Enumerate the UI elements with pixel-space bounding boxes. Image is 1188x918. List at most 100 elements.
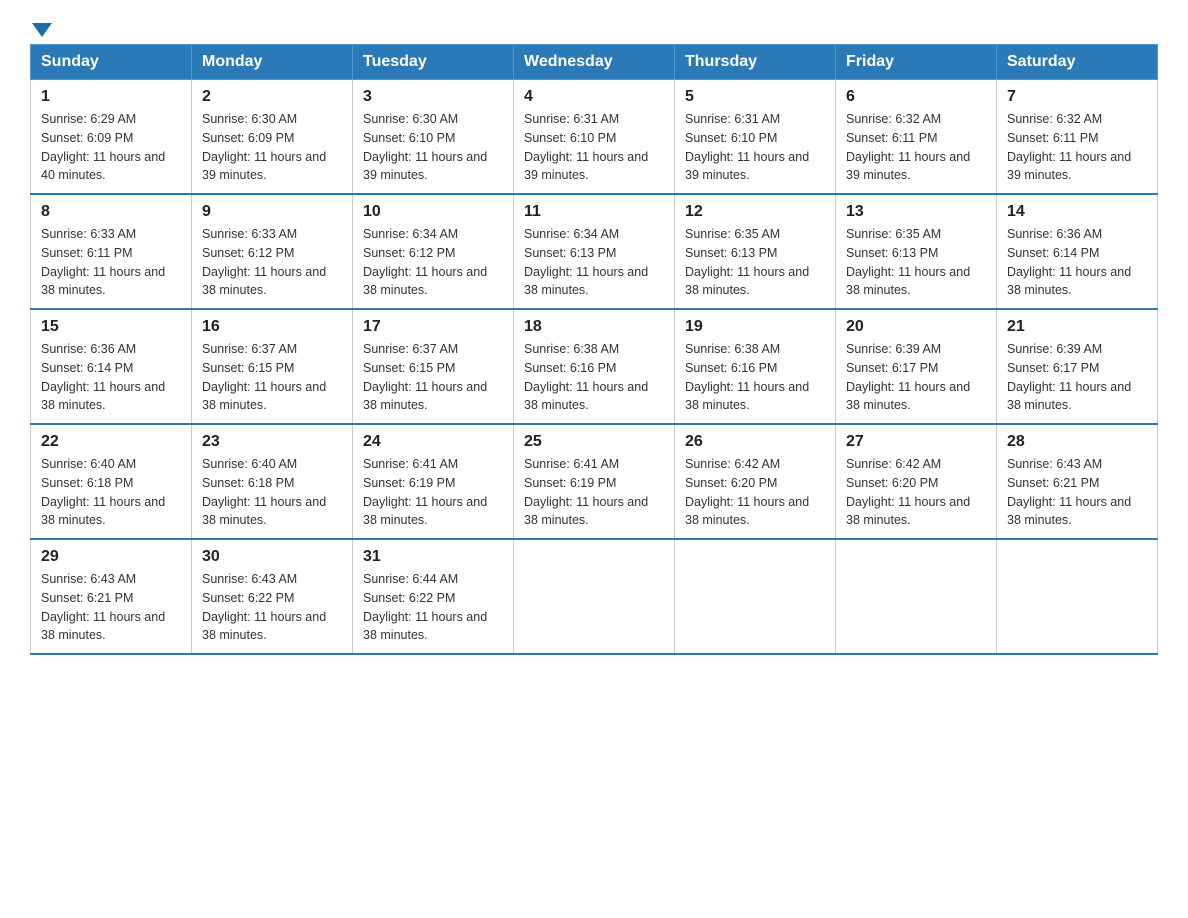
sunset-label: Sunset: 6:10 PM <box>363 131 455 145</box>
sunrise-label: Sunrise: 6:35 AM <box>846 227 941 241</box>
sunset-label: Sunset: 6:11 PM <box>1007 131 1099 145</box>
day-info: Sunrise: 6:40 AM Sunset: 6:18 PM Dayligh… <box>202 455 342 530</box>
sunset-label: Sunset: 6:18 PM <box>41 476 133 490</box>
day-number: 19 <box>685 318 825 336</box>
sunrise-label: Sunrise: 6:40 AM <box>41 457 136 471</box>
sunrise-label: Sunrise: 6:36 AM <box>41 342 136 356</box>
daylight-label: Daylight: 11 hours and 38 minutes. <box>363 495 487 528</box>
calendar-week-2: 8 Sunrise: 6:33 AM Sunset: 6:11 PM Dayli… <box>31 194 1158 309</box>
calendar-cell <box>836 539 997 654</box>
day-info: Sunrise: 6:43 AM Sunset: 6:21 PM Dayligh… <box>1007 455 1147 530</box>
calendar-cell: 5 Sunrise: 6:31 AM Sunset: 6:10 PM Dayli… <box>675 80 836 195</box>
day-info: Sunrise: 6:43 AM Sunset: 6:21 PM Dayligh… <box>41 570 181 645</box>
sunrise-label: Sunrise: 6:31 AM <box>685 112 780 126</box>
daylight-label: Daylight: 11 hours and 38 minutes. <box>202 380 326 413</box>
sunset-label: Sunset: 6:16 PM <box>524 361 616 375</box>
sunrise-label: Sunrise: 6:31 AM <box>524 112 619 126</box>
daylight-label: Daylight: 11 hours and 38 minutes. <box>685 380 809 413</box>
sunset-label: Sunset: 6:13 PM <box>524 246 616 260</box>
daylight-label: Daylight: 11 hours and 38 minutes. <box>1007 495 1131 528</box>
sunrise-label: Sunrise: 6:32 AM <box>1007 112 1102 126</box>
sunset-label: Sunset: 6:16 PM <box>685 361 777 375</box>
sunset-label: Sunset: 6:15 PM <box>202 361 294 375</box>
day-number: 28 <box>1007 433 1147 451</box>
day-info: Sunrise: 6:32 AM Sunset: 6:11 PM Dayligh… <box>1007 110 1147 185</box>
sunrise-label: Sunrise: 6:42 AM <box>846 457 941 471</box>
sunset-label: Sunset: 6:14 PM <box>41 361 133 375</box>
day-number: 22 <box>41 433 181 451</box>
calendar-cell: 11 Sunrise: 6:34 AM Sunset: 6:13 PM Dayl… <box>514 194 675 309</box>
day-info: Sunrise: 6:43 AM Sunset: 6:22 PM Dayligh… <box>202 570 342 645</box>
daylight-label: Daylight: 11 hours and 38 minutes. <box>363 610 487 643</box>
sunrise-label: Sunrise: 6:43 AM <box>1007 457 1102 471</box>
logo-text <box>30 20 54 34</box>
calendar-cell: 15 Sunrise: 6:36 AM Sunset: 6:14 PM Dayl… <box>31 309 192 424</box>
calendar-cell: 14 Sunrise: 6:36 AM Sunset: 6:14 PM Dayl… <box>997 194 1158 309</box>
day-info: Sunrise: 6:39 AM Sunset: 6:17 PM Dayligh… <box>846 340 986 415</box>
sunrise-label: Sunrise: 6:33 AM <box>41 227 136 241</box>
day-info: Sunrise: 6:36 AM Sunset: 6:14 PM Dayligh… <box>41 340 181 415</box>
day-number: 7 <box>1007 88 1147 106</box>
sunrise-label: Sunrise: 6:38 AM <box>524 342 619 356</box>
sunrise-label: Sunrise: 6:42 AM <box>685 457 780 471</box>
calendar-cell: 7 Sunrise: 6:32 AM Sunset: 6:11 PM Dayli… <box>997 80 1158 195</box>
day-number: 18 <box>524 318 664 336</box>
day-info: Sunrise: 6:41 AM Sunset: 6:19 PM Dayligh… <box>363 455 503 530</box>
sunset-label: Sunset: 6:13 PM <box>846 246 938 260</box>
logo-triangle-icon <box>32 23 52 37</box>
sunset-label: Sunset: 6:22 PM <box>202 591 294 605</box>
calendar-cell: 10 Sunrise: 6:34 AM Sunset: 6:12 PM Dayl… <box>353 194 514 309</box>
day-number: 5 <box>685 88 825 106</box>
sunrise-label: Sunrise: 6:34 AM <box>363 227 458 241</box>
calendar-cell: 23 Sunrise: 6:40 AM Sunset: 6:18 PM Dayl… <box>192 424 353 539</box>
sunset-label: Sunset: 6:21 PM <box>41 591 133 605</box>
day-number: 10 <box>363 203 503 221</box>
day-info: Sunrise: 6:30 AM Sunset: 6:09 PM Dayligh… <box>202 110 342 185</box>
day-number: 29 <box>41 548 181 566</box>
calendar-cell: 1 Sunrise: 6:29 AM Sunset: 6:09 PM Dayli… <box>31 80 192 195</box>
day-number: 12 <box>685 203 825 221</box>
calendar-cell: 30 Sunrise: 6:43 AM Sunset: 6:22 PM Dayl… <box>192 539 353 654</box>
calendar-cell <box>675 539 836 654</box>
daylight-label: Daylight: 11 hours and 39 minutes. <box>685 150 809 183</box>
day-info: Sunrise: 6:42 AM Sunset: 6:20 PM Dayligh… <box>846 455 986 530</box>
day-number: 16 <box>202 318 342 336</box>
daylight-label: Daylight: 11 hours and 38 minutes. <box>846 380 970 413</box>
calendar-cell <box>997 539 1158 654</box>
day-number: 6 <box>846 88 986 106</box>
sunset-label: Sunset: 6:19 PM <box>524 476 616 490</box>
calendar-header-row: SundayMondayTuesdayWednesdayThursdayFrid… <box>31 45 1158 80</box>
sunset-label: Sunset: 6:10 PM <box>685 131 777 145</box>
sunrise-label: Sunrise: 6:38 AM <box>685 342 780 356</box>
sunset-label: Sunset: 6:11 PM <box>846 131 938 145</box>
calendar-cell: 2 Sunrise: 6:30 AM Sunset: 6:09 PM Dayli… <box>192 80 353 195</box>
sunrise-label: Sunrise: 6:32 AM <box>846 112 941 126</box>
sunrise-label: Sunrise: 6:37 AM <box>202 342 297 356</box>
calendar-cell: 18 Sunrise: 6:38 AM Sunset: 6:16 PM Dayl… <box>514 309 675 424</box>
day-number: 13 <box>846 203 986 221</box>
sunrise-label: Sunrise: 6:40 AM <box>202 457 297 471</box>
daylight-label: Daylight: 11 hours and 38 minutes. <box>41 265 165 298</box>
logo <box>30 20 54 34</box>
day-number: 31 <box>363 548 503 566</box>
calendar-cell: 19 Sunrise: 6:38 AM Sunset: 6:16 PM Dayl… <box>675 309 836 424</box>
sunset-label: Sunset: 6:19 PM <box>363 476 455 490</box>
daylight-label: Daylight: 11 hours and 38 minutes. <box>202 610 326 643</box>
day-number: 4 <box>524 88 664 106</box>
day-info: Sunrise: 6:29 AM Sunset: 6:09 PM Dayligh… <box>41 110 181 185</box>
weekday-header-tuesday: Tuesday <box>353 45 514 80</box>
daylight-label: Daylight: 11 hours and 38 minutes. <box>1007 380 1131 413</box>
weekday-header-sunday: Sunday <box>31 45 192 80</box>
daylight-label: Daylight: 11 hours and 38 minutes. <box>41 495 165 528</box>
calendar-week-3: 15 Sunrise: 6:36 AM Sunset: 6:14 PM Dayl… <box>31 309 1158 424</box>
sunrise-label: Sunrise: 6:35 AM <box>685 227 780 241</box>
calendar-cell: 25 Sunrise: 6:41 AM Sunset: 6:19 PM Dayl… <box>514 424 675 539</box>
sunset-label: Sunset: 6:14 PM <box>1007 246 1099 260</box>
sunset-label: Sunset: 6:10 PM <box>524 131 616 145</box>
daylight-label: Daylight: 11 hours and 38 minutes. <box>41 610 165 643</box>
day-info: Sunrise: 6:35 AM Sunset: 6:13 PM Dayligh… <box>685 225 825 300</box>
daylight-label: Daylight: 11 hours and 39 minutes. <box>363 150 487 183</box>
sunrise-label: Sunrise: 6:43 AM <box>41 572 136 586</box>
sunset-label: Sunset: 6:17 PM <box>846 361 938 375</box>
sunrise-label: Sunrise: 6:36 AM <box>1007 227 1102 241</box>
